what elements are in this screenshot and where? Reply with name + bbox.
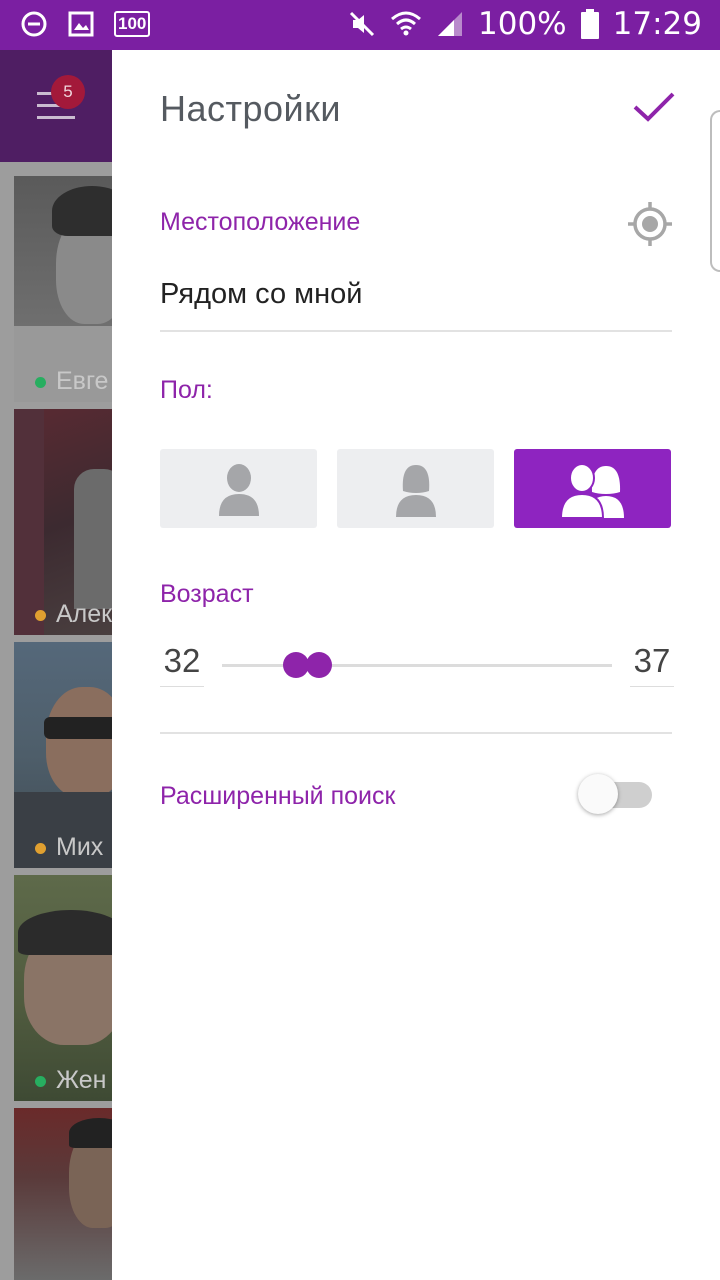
mute-icon <box>349 11 375 37</box>
both-icon <box>559 462 624 518</box>
profile-photo <box>14 1108 112 1280</box>
profile-card[interactable] <box>14 1108 112 1280</box>
location-value[interactable]: Рядом со мной <box>160 278 362 311</box>
profile-card[interactable]: Жен <box>14 875 112 1101</box>
advanced-search-label: Расширенный поиск <box>160 782 396 810</box>
online-status-dot <box>35 843 46 854</box>
signal-icon <box>438 12 463 36</box>
online-status-dot <box>35 377 46 388</box>
battery-icon <box>580 9 599 39</box>
notification-badge: 5 <box>51 75 85 109</box>
age-slider-track[interactable] <box>222 664 612 667</box>
divider <box>160 330 672 332</box>
image-icon <box>68 11 94 37</box>
battery-percent: 100% <box>478 6 567 42</box>
page-title: Настройки <box>160 88 342 129</box>
sex-label: Пол: <box>160 376 213 404</box>
profile-name: Мих <box>56 833 104 861</box>
wifi-icon <box>391 11 421 36</box>
advanced-search-toggle[interactable] <box>578 774 618 814</box>
status-bar: 100 100% 17:29 <box>0 0 720 50</box>
male-icon <box>218 463 259 516</box>
edge-panel-handle[interactable] <box>710 110 720 272</box>
male-button[interactable] <box>160 449 317 528</box>
background-app: 5 Евге Алек Мих Жен <box>0 50 112 1280</box>
profile-name: Жен <box>56 1066 107 1094</box>
age-max-thumb[interactable] <box>306 652 332 678</box>
female-button[interactable] <box>337 449 494 528</box>
profile-name: Алек <box>56 600 112 628</box>
profile-card[interactable]: Алек <box>14 409 112 635</box>
online-status-dot <box>35 610 46 621</box>
gps-target-icon[interactable] <box>626 200 674 248</box>
battery-100-icon: 100 <box>114 11 151 37</box>
age-max-value: 37 <box>630 642 674 687</box>
app-toolbar: 5 <box>0 50 112 162</box>
profile-name: Евге <box>56 367 109 395</box>
check-icon[interactable] <box>632 90 676 124</box>
profile-card[interactable]: Мих <box>14 642 112 868</box>
age-label: Возраст <box>160 580 254 608</box>
female-icon <box>395 464 436 517</box>
online-status-dot <box>35 1076 46 1087</box>
divider <box>160 732 672 734</box>
profile-card[interactable]: Евге <box>14 176 112 402</box>
location-label: Местоположение <box>160 208 361 236</box>
age-min-value: 32 <box>160 642 204 687</box>
do-not-disturb-icon <box>21 11 47 37</box>
both-sexes-button[interactable] <box>514 449 671 528</box>
clock: 17:29 <box>612 6 702 42</box>
settings-drawer: Настройки Местоположение Рядом со мной П… <box>112 50 720 1280</box>
